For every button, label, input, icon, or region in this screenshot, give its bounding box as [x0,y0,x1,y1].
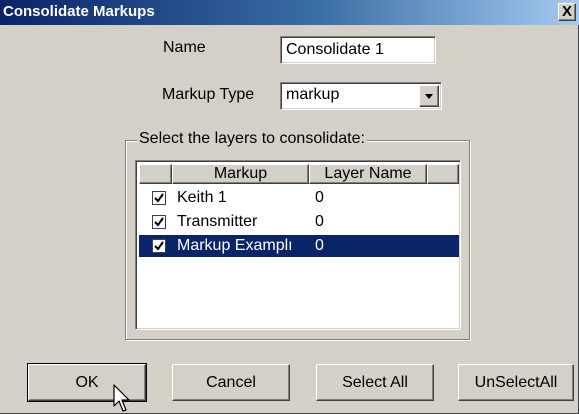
list-item-selected[interactable]: Markup Examplı 0 [139,235,459,257]
close-button[interactable]: X [558,3,576,21]
markup-type-value: markup [286,86,340,103]
name-label: Name [163,39,206,56]
layers-group-legend: Select the layers to consolidate: [137,130,367,148]
consolidate-markups-dialog: Consolidate Markups X Name Markup Type m… [0,0,579,414]
layer-checkbox[interactable] [152,191,166,205]
header-filler [427,164,459,184]
layer-name: 0 [315,189,324,206]
mouse-pointer-icon [113,384,130,412]
header-markup[interactable]: Markup [172,164,309,184]
dropdown-button[interactable] [419,85,439,107]
markup-type-label: Markup Type [162,86,255,103]
name-field-frame [280,36,436,64]
markup-name: Markup Examplı [177,237,293,254]
list-item[interactable]: Keith 1 0 [139,187,459,209]
layer-checkbox[interactable] [152,239,166,253]
title-bar[interactable]: Consolidate Markups X [0,0,579,25]
layer-name: 0 [315,213,324,230]
name-input[interactable] [284,39,432,61]
window-title: Consolidate Markups [3,3,155,20]
layers-list[interactable]: Markup Layer Name Keith 1 0 Transmitter … [135,160,461,330]
markup-name: Keith 1 [177,189,227,206]
chevron-down-icon [425,94,433,99]
cancel-button[interactable]: Cancel [172,364,290,401]
close-icon: X [561,3,572,20]
select-all-button[interactable]: Select All [316,364,434,401]
list-item[interactable]: Transmitter 0 [139,211,459,233]
markup-type-dropdown[interactable]: markup [280,82,442,110]
unselect-all-button[interactable]: UnSelectAll [458,364,574,401]
markup-name: Transmitter [177,213,258,230]
checkmark-icon [154,217,164,227]
layer-name: 0 [315,237,324,254]
header-layer-name[interactable]: Layer Name [309,164,427,184]
layer-checkbox[interactable] [152,215,166,229]
checkmark-icon [154,241,164,251]
checkmark-icon [154,193,164,203]
list-header: Markup Layer Name [139,164,459,184]
header-check-column[interactable] [139,164,172,184]
